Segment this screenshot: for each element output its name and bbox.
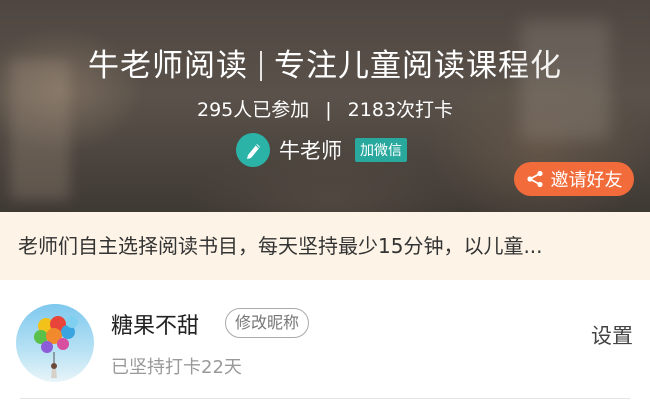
title-separator [260,51,262,81]
share-icon [526,170,543,188]
avatar[interactable] [16,304,94,382]
course-title-left: 牛老师阅读 [88,48,248,84]
teacher-info[interactable]: 牛老师 加微信 [236,132,407,168]
course-title-right: 专注儿童阅读课程化 [274,48,562,84]
checkins-count: 2183次打卡 [347,99,454,121]
course-stats: 295人已参加 | 2183次打卡 [0,95,650,122]
checkin-streak: 已坚持打卡22天 [111,357,242,378]
divider [20,398,630,399]
course-notice[interactable]: 老师们自主选择阅读书目，每天坚持最少15分钟，以儿童... [0,212,650,280]
user-nickname: 糖果不甜 [111,314,200,339]
course-title: 牛老师阅读 专注儿童阅读课程化 [0,40,650,85]
invite-friends-label: 邀请好友 [550,170,623,191]
edit-nickname-button[interactable]: 修改昵称 [225,308,310,338]
pencil-icon [236,133,270,167]
add-wechat-button[interactable]: 加微信 [355,138,407,162]
invite-friends-button[interactable]: 邀请好友 [514,162,634,196]
participants-count: 295人已参加 [196,99,310,121]
user-profile-row: 糖果不甜 修改昵称 已坚持打卡22天 设置 [0,280,650,401]
stats-divider: | [325,99,332,121]
settings-button[interactable]: 设置 [591,320,633,350]
teacher-name: 牛老师 [279,139,342,163]
course-header: 牛老师阅读 专注儿童阅读课程化 295人已参加 | 2183次打卡 牛老师 加微信 邀… [0,0,650,212]
